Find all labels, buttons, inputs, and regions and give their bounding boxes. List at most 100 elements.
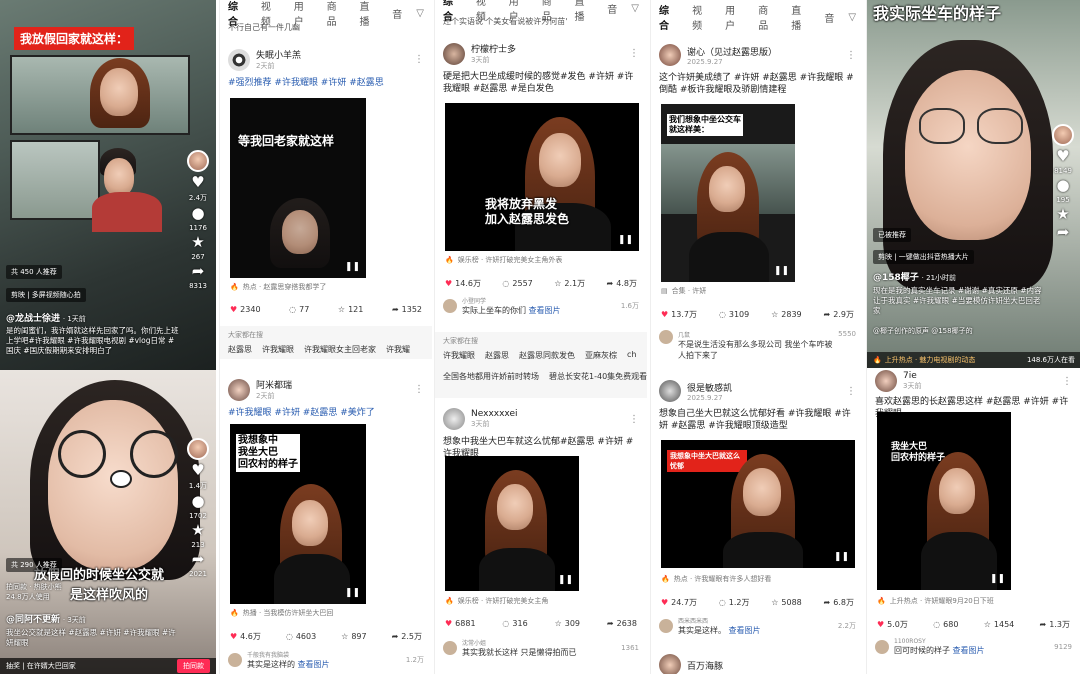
comment-like-count[interactable]: 5550 [838,330,856,338]
related-chip[interactable]: 赵露思 [485,350,509,361]
result-card[interactable]: 很是敏感凯 2025.9.27 ⋮ 想象自己坐大巴就这么忧郁好看 #许我耀眼 #许… [651,380,864,432]
card-caption[interactable]: #强烈推荐 #许我耀眼 #许妍 #赵露思 [220,77,432,89]
comment-icon[interactable]: ● [1056,178,1069,193]
more-icon[interactable]: ⋮ [629,414,639,425]
commenter-name[interactable]: 几鼠 [678,330,833,339]
filter-icon[interactable]: ▽ [848,12,856,23]
share-button[interactable]: ➦ 2638 [607,619,637,628]
pause-icon[interactable]: ❚❚ [345,588,360,598]
more-icon[interactable]: ⋮ [414,384,424,395]
card-author[interactable]: 谢心（见过赵露思版） 2025.9.27 ⋮ [651,44,864,66]
author-name[interactable]: @158椰子 [873,273,919,283]
tab-live[interactable]: 直播 [359,0,378,28]
top-comment[interactable]: 小登同学 实际上坐车的你们 查看图片 1.6万 [435,296,647,316]
music-info[interactable]: @椰子创作的原声 @158椰子的 [873,326,973,336]
author-name[interactable]: 柠檬柠士多 [471,42,516,55]
comment-button[interactable]: ◌ 4603 [286,632,316,641]
related-chip[interactable]: 许我耀眼女主回老家 [304,344,376,355]
video-thumbnail[interactable]: 我将放弃黑发 加入赵露思发色 ❚❚ [445,103,639,251]
author-avatar[interactable] [443,42,465,65]
video-thumbnail[interactable]: 我想象中 我坐大巴 回农村的样子 ❚❚ [230,424,366,604]
shoot-same-button[interactable]: 拍同款 [177,659,210,673]
more-icon[interactable]: ⋮ [1062,376,1072,387]
card-author[interactable]: 阿米都瑞 2天前 ⋮ [220,378,432,401]
related-chip[interactable]: 赵露思同款发色 [519,350,575,361]
template-info[interactable]: 拍同款 · 热肤小熊 24.8万人使用 [6,582,62,602]
card-author[interactable]: 失眠小羊羔 2天前 ⋮ [220,48,432,71]
source-tag[interactable]: 🔥 上升热点 · 许妍耀眼9月20日下班 [867,596,1004,606]
pause-icon[interactable]: ❚❚ [345,262,360,272]
like-button[interactable]: ♥ 6881 [445,619,476,628]
pause-icon[interactable]: ❚❚ [558,575,573,585]
hot-text[interactable]: 上升热点 · 魅力电视剧的动态 [885,355,976,365]
author-name[interactable]: @龙战士徐进 [6,314,60,324]
template-name[interactable]: 拍同款 · 热肤小熊 [6,583,62,591]
author-avatar[interactable] [659,44,681,66]
like-button[interactable]: ♥ 5.0万 [877,619,908,630]
filter-icon[interactable]: ▽ [416,8,424,19]
like-icon[interactable]: ♥ [191,175,204,190]
promoted-badge[interactable]: 已被推荐 [873,228,911,242]
commenter-avatar[interactable] [443,299,457,313]
related-chip[interactable]: 许我耀 [386,344,410,355]
author-avatar[interactable] [228,48,250,71]
favorite-button[interactable]: ☆ 2839 [771,310,802,319]
tab-music[interactable]: 音 [607,1,617,16]
video-thumbnail[interactable]: 我想象中坐大巴就这么忧郁 ❚❚ [661,440,855,568]
favorite-button[interactable]: ☆ 2.1万 [554,278,585,289]
tab-video[interactable]: 视频 [692,2,711,32]
pause-icon[interactable]: ❚❚ [990,574,1005,584]
like-button[interactable]: ♥ 4.6万 [230,631,261,642]
share-button[interactable]: ➦ 6.8万 [824,597,854,608]
author-name[interactable]: 很是敏感凯 [687,381,732,394]
result-card[interactable]: 柠檬柠士多 3天前 ⋮ 硬是把大巴坐成缓时候的感觉#发色 #许妍 #许我耀眼 #赵… [435,42,647,95]
source-text[interactable]: 合集 · 许妍 [672,286,707,296]
favorite-icon[interactable]: ★ [191,235,204,250]
comment-button[interactable]: ◌ 2557 [502,279,532,288]
author-name[interactable]: 阿米都瑞 [256,378,292,391]
jianying-badge[interactable]: 剪映 | 多屏视频随心拍 [6,288,86,302]
author-avatar[interactable] [1052,124,1074,146]
view-image-link[interactable]: 查看图片 [953,646,985,655]
comment-button[interactable]: ◌ 316 [502,619,527,628]
commenter-name[interactable]: 西米西米西 [678,616,833,625]
comment-icon[interactable]: ● [191,206,204,221]
comment-like-count[interactable]: 9129 [1054,643,1072,651]
comment-button[interactable]: ◌ 1.2万 [719,597,750,608]
video-player[interactable]: 我实际坐车的样子 ♥ 8149 ● 195 ★ ➦ 已被推荐 剪映 | 一键做出… [867,0,1080,368]
source-text[interactable]: 娱乐榜 · 许妍打破完美女主角外表 [458,255,563,265]
card-author[interactable]: Nexxxxxei 3天前 ⋮ [435,408,647,430]
source-text[interactable]: 上升热点 · 许妍耀眼9月20日下班 [890,596,994,606]
share-icon[interactable]: ➦ [1057,225,1070,240]
like-button[interactable]: ♥ 24.7万 [661,597,697,608]
jianying-badge[interactable]: 剪映 | 一键做出抖音热播大片 [873,250,974,264]
tab-live[interactable]: 直播 [791,2,810,32]
promoted-badge[interactable]: 共 450 人推荐 [6,265,62,279]
like-button[interactable]: ♥ 14.6万 [445,278,481,289]
commenter-name[interactable]: 小登同学 [462,296,616,305]
commenter-avatar[interactable] [875,640,889,654]
top-comment[interactable]: 西米西米西 其实是这样。 查看图片 2.2万 [651,616,864,636]
favorite-button[interactable]: ☆ 309 [555,619,580,628]
top-comment[interactable]: 几鼠 不是说生活没有那么多现公司 我坐个车咋被人拍下来了 5550 [651,330,864,361]
top-comment[interactable]: 千般我有我脑袋 其实是这样的 查看图片 1.2万 [220,650,432,670]
tab-goods[interactable]: 商品 [327,0,346,28]
card-author[interactable]: 很是敏感凯 2025.9.27 ⋮ [651,380,864,402]
like-button[interactable]: ♥ 13.7万 [661,309,697,320]
author-avatar[interactable] [659,654,681,674]
author-name[interactable]: Nexxxxxei [471,409,518,419]
tab-goods[interactable]: 商品 [758,2,777,32]
trend-chip[interactable]: 碧总长安花1-40集免费观看 [549,371,647,382]
share-icon[interactable]: ➦ [192,552,205,567]
tab-live[interactable]: 直播 [574,0,593,23]
favorite-button[interactable]: ☆ 5088 [771,598,802,607]
source-tag[interactable]: 🔥 热点 · 许我耀眼有许多人想好看 [651,574,781,584]
view-image-link[interactable]: 查看图片 [529,306,561,315]
author-name[interactable]: 谢心（见过赵露思版） [687,45,777,58]
source-text[interactable]: 热点 · 许我耀眼有许多人想好看 [674,574,772,584]
hot-bar[interactable]: 🔥 上升热点 · 魅力电视剧的动态 148.6万人在看 [867,352,1080,368]
related-chip[interactable]: 许我耀眼 [443,350,475,361]
commenter-avatar[interactable] [228,653,242,667]
result-card[interactable]: Nexxxxxei 3天前 ⋮ 想象中我坐大巴车就这么忧郁#赵露思 #许妍 #许我… [435,408,647,460]
source-text[interactable]: 热点 · 赵露思穿搭我都学了 [243,282,327,292]
